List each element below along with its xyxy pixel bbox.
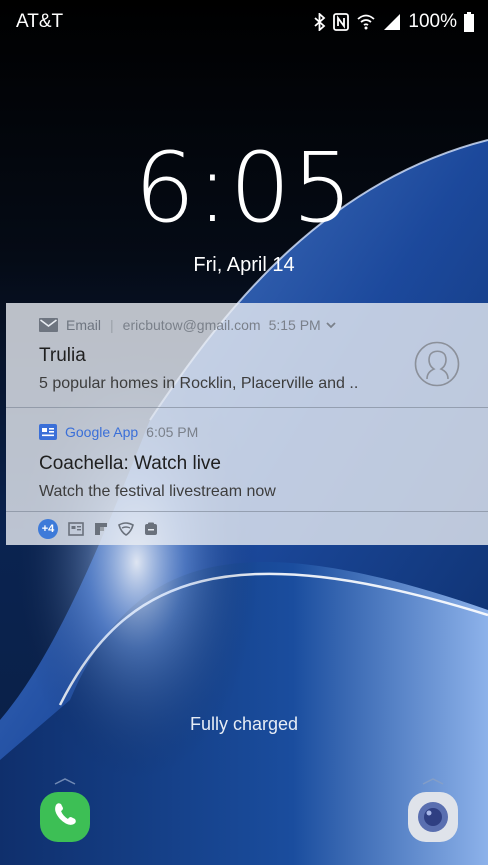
header-divider: |	[110, 317, 114, 333]
battery-icon	[464, 12, 474, 32]
notification-header: Google App 6:05 PM	[39, 424, 198, 440]
notification-body: Watch the festival livestream now	[39, 483, 276, 500]
charging-status: Fully charged	[189, 714, 299, 734]
google-app-icon	[39, 424, 57, 440]
wifi-icon	[357, 14, 375, 30]
phone-shortcut-icon[interactable]	[38, 778, 92, 844]
more-notifications-count: +4	[38, 519, 58, 539]
contact-avatar-icon	[414, 341, 460, 387]
lockscreen-date: Fri, April 14	[193, 254, 295, 276]
notification-google-app[interactable]: Google App 6:05 PM Coachella: Watch live…	[6, 409, 488, 512]
status-bar: AT&T 100%	[0, 0, 488, 44]
carrier-label: AT&T	[16, 11, 64, 32]
more-notifications-strip[interactable]: +4	[6, 513, 488, 545]
flipboard-icon	[95, 523, 107, 535]
chevron-down-icon[interactable]	[325, 320, 337, 330]
email-icon	[39, 318, 58, 332]
notification-app-name: Email	[66, 317, 102, 333]
news-icon	[68, 522, 84, 536]
signal-icon	[384, 14, 401, 30]
notification-body: 5 popular homes in Rocklin, Placerville …	[39, 375, 359, 392]
notification-app-name: Google App	[65, 424, 139, 440]
notification-time: 5:15 PM	[268, 317, 321, 333]
status-icons: 100%	[314, 11, 474, 33]
bluetooth-icon	[314, 13, 326, 31]
notification-title: Coachella: Watch live	[39, 453, 221, 474]
notification-header: Email | ericbutow@gmail.com 5:15 PM	[39, 317, 337, 333]
notification-email[interactable]: Email | ericbutow@gmail.com 5:15 PM Trul…	[6, 303, 488, 408]
notification-time: 6:05 PM	[146, 424, 199, 440]
clipboard-icon	[145, 522, 157, 535]
nfc-icon	[333, 13, 350, 31]
lockscreen-clock: 6:05	[134, 132, 354, 244]
notification-title: Trulia	[39, 345, 86, 366]
camera-shortcut-icon[interactable]	[406, 778, 460, 844]
battery-percentage: 100%	[408, 11, 457, 32]
notification-account: ericbutow@gmail.com	[122, 317, 261, 333]
notification-panel: Email | ericbutow@gmail.com 5:15 PM Trul…	[6, 303, 488, 545]
shield-icon	[118, 522, 134, 536]
